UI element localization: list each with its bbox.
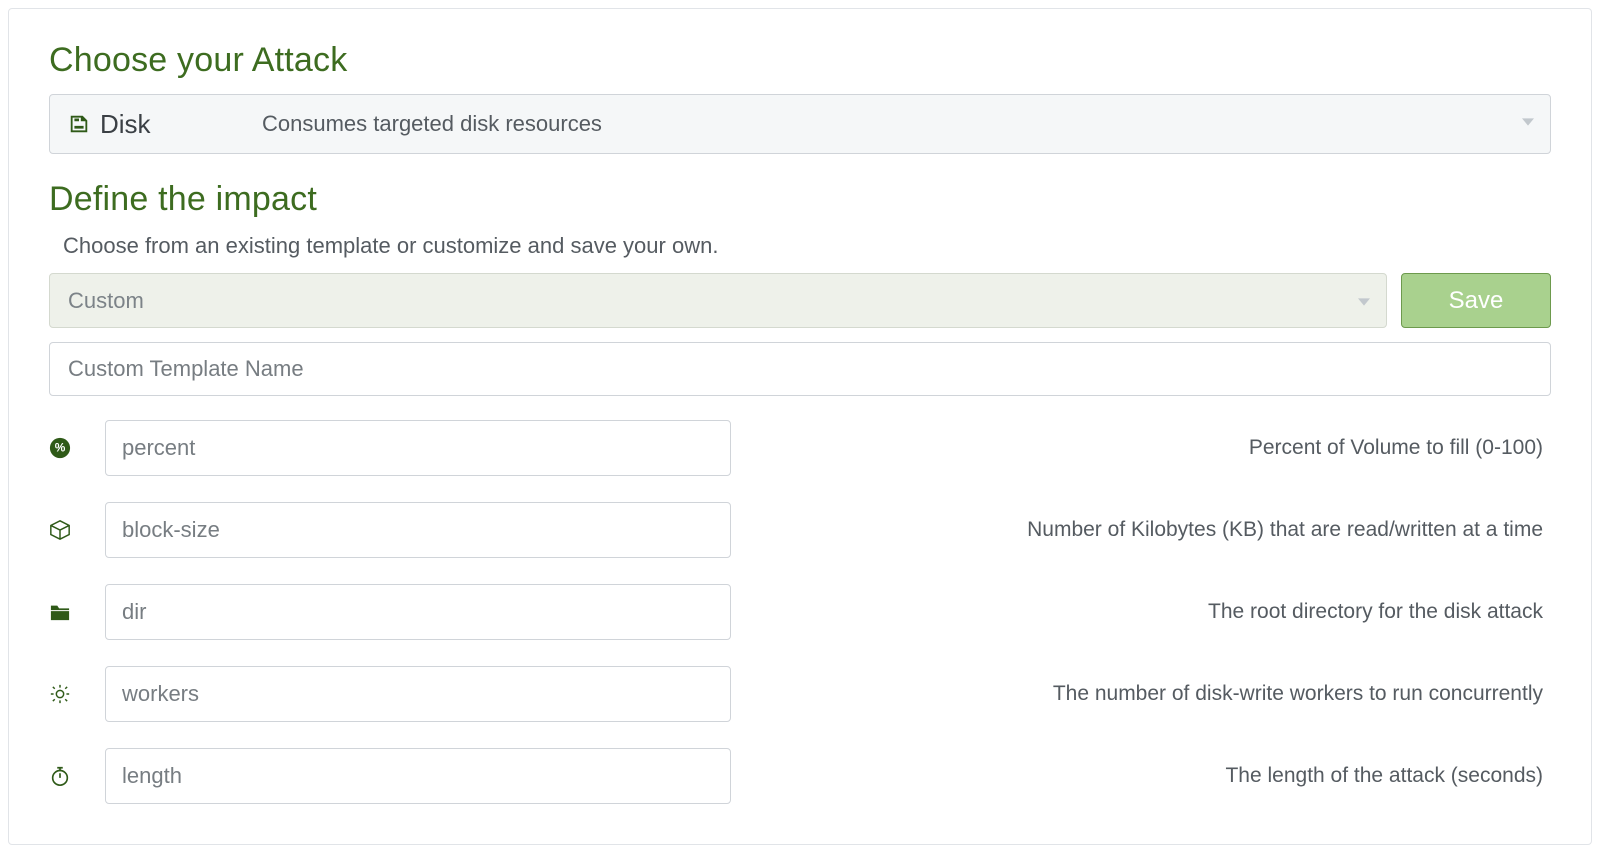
- template-selected-label: Custom: [68, 288, 144, 314]
- param-row-percent: % Percent of Volume to fill (0-100): [49, 420, 1551, 476]
- percent-help: Percent of Volume to fill (0-100): [751, 436, 1551, 460]
- percent-input[interactable]: [105, 420, 731, 476]
- stopwatch-icon: [49, 765, 85, 787]
- length-help: The length of the attack (seconds): [751, 764, 1551, 788]
- disk-icon: [68, 113, 90, 135]
- cube-icon: [49, 519, 85, 541]
- param-row-dir: The root directory for the disk attack: [49, 584, 1551, 640]
- chevron-down-icon: [1358, 288, 1370, 314]
- param-row-length: The length of the attack (seconds): [49, 748, 1551, 804]
- attack-type-select[interactable]: Disk Consumes targeted disk resources: [49, 94, 1551, 154]
- svg-text:%: %: [55, 441, 66, 455]
- block-size-input[interactable]: [105, 502, 731, 558]
- define-impact-heading: Define the impact: [49, 180, 1551, 219]
- param-row-workers: The number of disk-write workers to run …: [49, 666, 1551, 722]
- attack-config-panel: Choose your Attack Disk Consumes targete…: [8, 8, 1592, 845]
- length-input[interactable]: [105, 748, 731, 804]
- percent-icon: %: [49, 437, 85, 459]
- dir-input[interactable]: [105, 584, 731, 640]
- workers-input[interactable]: [105, 666, 731, 722]
- template-select[interactable]: Custom: [49, 273, 1387, 328]
- attack-type-name: Disk: [100, 109, 151, 140]
- attack-type-description: Consumes targeted disk resources: [262, 111, 602, 137]
- folder-icon: [49, 602, 85, 622]
- workers-help: The number of disk-write workers to run …: [751, 682, 1551, 706]
- define-impact-subtitle: Choose from an existing template or cust…: [63, 233, 1551, 259]
- save-button[interactable]: Save: [1401, 273, 1551, 328]
- block-size-help: Number of Kilobytes (KB) that are read/w…: [751, 518, 1551, 542]
- attack-type-label: Disk: [68, 109, 248, 140]
- choose-attack-heading: Choose your Attack: [49, 41, 1551, 80]
- template-name-input[interactable]: [49, 342, 1551, 396]
- chevron-down-icon: [1522, 115, 1534, 133]
- dir-help: The root directory for the disk attack: [751, 600, 1551, 624]
- gear-icon: [49, 683, 85, 705]
- param-row-block-size: Number of Kilobytes (KB) that are read/w…: [49, 502, 1551, 558]
